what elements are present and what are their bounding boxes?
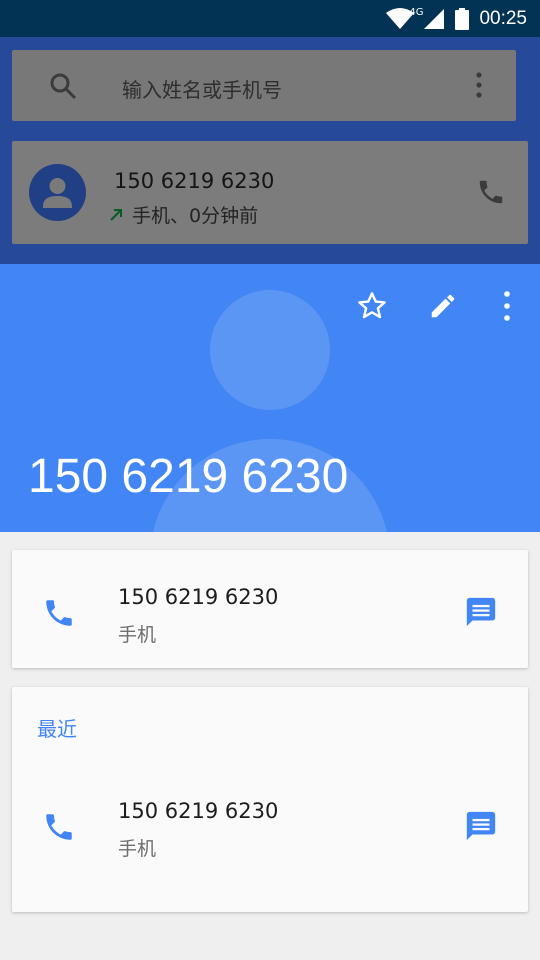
contact-header: 150 6219 6230 xyxy=(0,264,540,532)
message-icon[interactable] xyxy=(464,595,498,629)
avatar xyxy=(29,164,86,221)
phone-icon[interactable] xyxy=(42,810,76,844)
phone-icon[interactable] xyxy=(42,596,76,630)
search-bar[interactable]: 输入姓名或手机号 xyxy=(12,50,516,121)
star-icon xyxy=(357,292,386,319)
contact-name: 150 6219 6230 xyxy=(28,450,349,503)
overflow-menu-button[interactable] xyxy=(478,286,536,326)
recent-card: 最近 150 6219 6230 手机 xyxy=(12,687,528,912)
phone-number: 150 6219 6230 xyxy=(118,585,279,609)
recent-call-number: 150 6219 6230 xyxy=(114,169,275,193)
recent-entry-number: 150 6219 6230 xyxy=(118,799,279,823)
search-input[interactable]: 输入姓名或手机号 xyxy=(122,74,282,103)
signal-icon xyxy=(423,8,445,30)
favorite-button[interactable] xyxy=(336,286,407,326)
more-vert-icon[interactable] xyxy=(476,72,482,98)
network-type-label: 4G xyxy=(409,7,424,18)
phone-type-label: 手机 xyxy=(118,624,157,646)
more-vert-icon xyxy=(504,291,510,321)
call-icon[interactable] xyxy=(476,177,506,207)
phone-number-card: 150 6219 6230 手机 xyxy=(12,550,528,668)
recent-entry-type-label: 手机 xyxy=(118,838,157,860)
outgoing-arrow-icon xyxy=(108,207,124,223)
phone-number-row[interactable]: 150 6219 6230 手机 xyxy=(12,580,528,660)
recent-call-detail-text: 手机、0分钟前 xyxy=(132,205,259,227)
person-icon xyxy=(43,178,72,208)
status-bar: 4G 00:25 xyxy=(0,0,540,37)
dialer-background: 输入姓名或手机号 150 6219 6230 手机、0分钟前 xyxy=(0,37,540,264)
edit-icon xyxy=(431,294,454,318)
message-icon[interactable] xyxy=(464,809,498,843)
recent-call-item[interactable]: 150 6219 6230 手机、0分钟前 xyxy=(12,141,528,244)
recent-call-detail: 手机、0分钟前 xyxy=(108,201,258,228)
recent-entry-row[interactable]: 150 6219 6230 手机 xyxy=(12,794,528,874)
search-icon[interactable] xyxy=(49,72,77,100)
recent-section-title: 最近 xyxy=(37,717,77,741)
header-actions xyxy=(336,286,540,326)
contact-photo-placeholder-head xyxy=(210,290,330,410)
battery-icon xyxy=(455,7,470,30)
status-time: 00:25 xyxy=(479,7,527,29)
edit-button[interactable] xyxy=(407,286,478,326)
